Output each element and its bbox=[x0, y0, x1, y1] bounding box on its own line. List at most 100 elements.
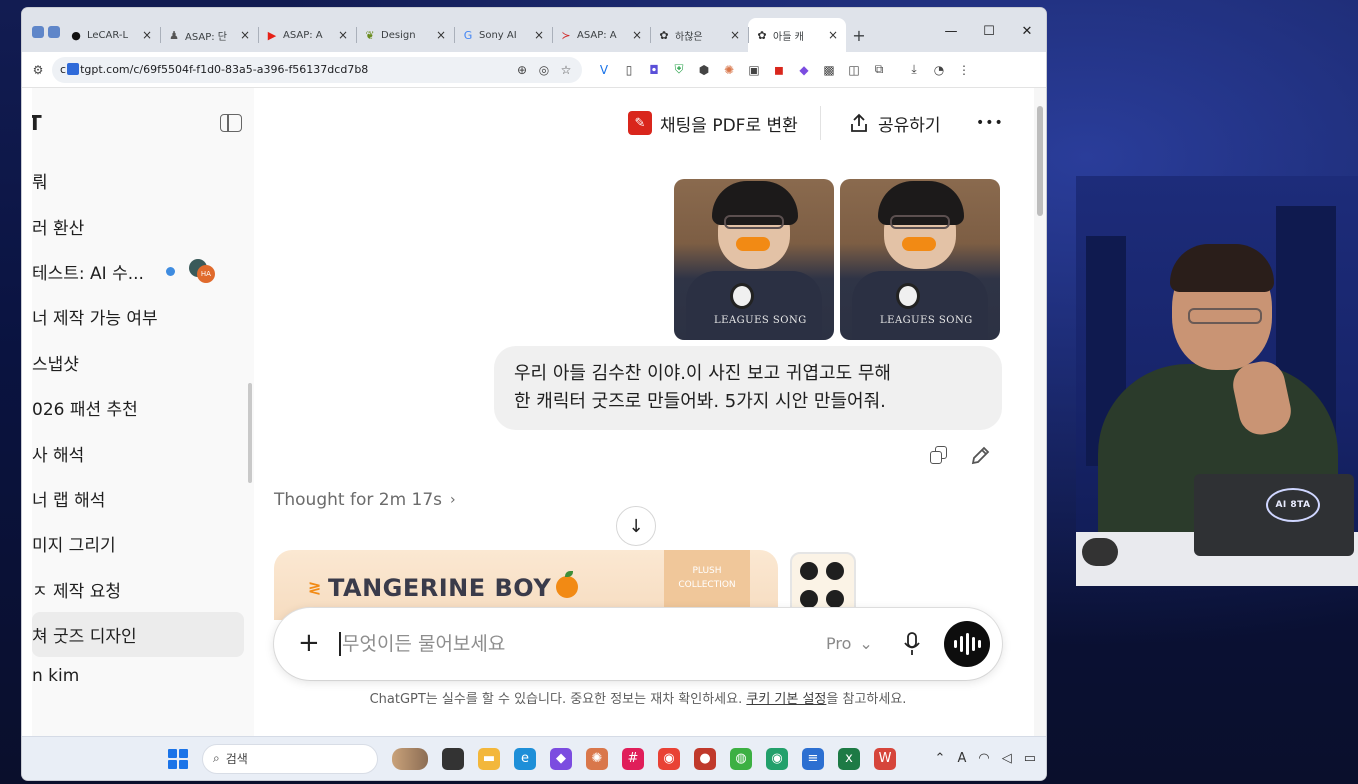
app-red-icon[interactable]: ● bbox=[694, 747, 716, 770]
extension-guard-icon[interactable]: ⛨ bbox=[671, 62, 687, 78]
input-method-icon[interactable]: A bbox=[957, 751, 966, 766]
extension-v-icon[interactable]: V bbox=[596, 62, 612, 78]
browser-tab[interactable]: ● LeCAR-L × bbox=[62, 18, 160, 52]
sidebar-chat-item[interactable]: 026 패션 추천 bbox=[32, 385, 244, 430]
browser-tab[interactable]: ✿ 하찮은 × bbox=[650, 18, 748, 52]
chevron-up-icon[interactable]: ⌃ bbox=[935, 751, 946, 766]
sidebar-chat-item[interactable]: 러 환산 bbox=[32, 203, 244, 248]
notepad-icon[interactable]: ≡ bbox=[802, 747, 824, 770]
excel-icon[interactable]: x bbox=[838, 747, 860, 770]
site-settings-icon[interactable]: ⚙ bbox=[30, 62, 46, 78]
close-window-icon[interactable]: ✕ bbox=[1008, 14, 1046, 48]
claude-icon[interactable]: ✺ bbox=[586, 747, 608, 770]
tab-label: Sony AI bbox=[479, 29, 517, 41]
sidebar-user-name[interactable]: n kim bbox=[32, 666, 79, 686]
extension-hex-icon[interactable]: ⬢ bbox=[696, 62, 712, 78]
app-purple-icon[interactable]: ◆ bbox=[550, 747, 572, 770]
bookmark-star-icon[interactable]: ☆ bbox=[558, 62, 574, 78]
sidebar-chat-item[interactable]: 너 제작 가능 여부 bbox=[32, 294, 244, 339]
task-view-icon[interactable] bbox=[442, 747, 464, 770]
tab-close-icon[interactable]: × bbox=[338, 28, 348, 42]
new-tab-button[interactable]: + bbox=[846, 18, 872, 52]
sidebar-chat-item[interactable]: 쳐 굿즈 디자인 bbox=[32, 611, 244, 658]
browser-tab[interactable]: ✿ 아들 캐 × bbox=[748, 18, 846, 52]
arrow-down-icon: ↓ bbox=[628, 515, 644, 537]
tab-close-icon[interactable]: × bbox=[240, 28, 250, 42]
export-pdf-button[interactable]: ✎ 채팅을 PDF로 변환 bbox=[628, 110, 798, 136]
url-text[interactable]: c tgpt.com/c/69f5504f-f1d0-83a5-a396-f561… bbox=[60, 63, 508, 76]
slack-icon[interactable]: # bbox=[622, 747, 644, 770]
sidebar-chat-item[interactable]: 너 랩 해석 bbox=[32, 476, 244, 521]
kakao-icon[interactable]: ◍ bbox=[730, 747, 752, 770]
volume-icon[interactable]: ◁ bbox=[1002, 751, 1012, 766]
taskbar-search[interactable]: ⌕ 검색 bbox=[202, 743, 378, 774]
edit-pencil-icon[interactable] bbox=[970, 446, 990, 466]
chat-title: 미지 그리기 bbox=[32, 536, 116, 557]
sidebar-toggle-icon[interactable] bbox=[220, 114, 242, 132]
chrome-dev-icon[interactable]: ◉ bbox=[766, 747, 788, 770]
omnibox[interactable]: c tgpt.com/c/69f5504f-f1d0-83a5-a396-f561… bbox=[52, 56, 582, 83]
extension-shield-icon[interactable]: ◘ bbox=[646, 62, 662, 78]
user-message-line-1: 우리 아들 김수찬 이야.이 사진 보고 귀엽고도 무해 bbox=[514, 363, 891, 384]
extension-cam-icon[interactable]: ▣ bbox=[746, 62, 762, 78]
extension-camera-icon[interactable]: ◫ bbox=[846, 62, 862, 78]
tab-close-icon[interactable]: × bbox=[534, 28, 544, 42]
browser-menu-icon[interactable]: ⋮ bbox=[956, 62, 972, 78]
extension-pdf-icon[interactable]: ◼ bbox=[771, 62, 787, 78]
sidebar-chat-item[interactable]: 테스트: AI 수... HA bbox=[32, 249, 244, 294]
page-scrollbar[interactable] bbox=[1034, 88, 1046, 736]
sidebar-chat-item[interactable]: 사 해석 bbox=[32, 430, 244, 475]
battery-icon[interactable]: ▭ bbox=[1024, 751, 1036, 766]
uploaded-photo-2[interactable]: LEAGUES SONG bbox=[840, 179, 1000, 340]
sidebar-chat-item[interactable]: 뤄 bbox=[32, 158, 244, 203]
tab-close-icon[interactable]: × bbox=[436, 28, 446, 42]
tab-close-icon[interactable]: × bbox=[730, 28, 740, 42]
tab-close-icon[interactable]: × bbox=[142, 28, 152, 42]
windows-folder-icon[interactable]: ▬ bbox=[478, 747, 500, 770]
download-icon[interactable]: ⤓ bbox=[906, 62, 922, 78]
sidebar-chat-item[interactable]: 미지 그리기 bbox=[32, 521, 244, 566]
extension-mouse-icon[interactable]: ▯ bbox=[621, 62, 637, 78]
browser-tab[interactable]: ♟ ASAP: 단 × bbox=[160, 18, 258, 52]
eye-off-icon[interactable]: ◎ bbox=[536, 62, 552, 78]
share-button[interactable]: 공유하기 bbox=[848, 110, 941, 136]
laptop-logo: AI 8TA bbox=[1266, 488, 1320, 522]
extension-square-icon[interactable]: ▩ bbox=[821, 62, 837, 78]
minimize-icon[interactable]: — bbox=[932, 14, 970, 48]
tab-label: LeCAR-L bbox=[87, 29, 129, 41]
browser-tab[interactable]: ❦ Design × bbox=[356, 18, 454, 52]
extensions-puzzle-icon[interactable]: ⧉ bbox=[871, 62, 887, 78]
sidebar-chat-item[interactable]: ㅈ 제작 요청 bbox=[32, 567, 244, 612]
model-selector[interactable]: Pro ⌄ bbox=[826, 634, 873, 653]
edge-icon[interactable]: e bbox=[514, 747, 536, 770]
copy-icon[interactable] bbox=[930, 446, 948, 464]
extension-purple-icon[interactable]: ◆ bbox=[796, 62, 812, 78]
uploaded-photo-1[interactable]: LEAGUES SONG bbox=[674, 179, 834, 340]
tab-close-icon[interactable]: × bbox=[632, 28, 642, 42]
app-stripes-icon[interactable]: W bbox=[874, 747, 896, 770]
browser-tab[interactable]: ▶ ASAP: A × bbox=[258, 18, 356, 52]
browser-tab[interactable]: ≻ ASAP: A × bbox=[552, 18, 650, 52]
sidebar-chat-item[interactable]: 스냅샷 bbox=[32, 340, 244, 385]
scroll-down-button[interactable]: ↓ bbox=[616, 506, 656, 546]
profile-avatar-icon[interactable]: ◔ bbox=[931, 62, 947, 78]
more-options-button[interactable]: ••• bbox=[976, 110, 1004, 136]
thought-summary[interactable]: Thought for 2m 17s › bbox=[274, 490, 456, 510]
address-bar: ⚙ c tgpt.com/c/69f5504f-f1d0-83a5-a396-f5… bbox=[22, 52, 1046, 88]
maximize-icon[interactable]: ☐ bbox=[970, 14, 1008, 48]
cookie-settings-link[interactable]: 쿠키 기본 설정 bbox=[746, 692, 826, 707]
sidebar-header: T bbox=[32, 88, 254, 158]
voice-mode-button[interactable] bbox=[944, 621, 990, 667]
windows-start-icon[interactable] bbox=[168, 748, 188, 769]
wifi-icon[interactable]: ◠ bbox=[978, 751, 989, 766]
attach-plus-icon[interactable]: + bbox=[298, 628, 320, 658]
prompt-input[interactable] bbox=[342, 628, 802, 660]
sidebar-scrollbar[interactable] bbox=[248, 383, 252, 483]
extension-claude-icon[interactable]: ✺ bbox=[721, 62, 737, 78]
chrome-icon[interactable]: ◉ bbox=[658, 747, 680, 770]
tab-group-indicators[interactable] bbox=[32, 26, 60, 38]
microphone-icon[interactable] bbox=[904, 632, 920, 656]
tab-close-icon[interactable]: × bbox=[828, 28, 838, 42]
zoom-icon[interactable]: ⊕ bbox=[514, 62, 530, 78]
browser-tab[interactable]: G Sony AI × bbox=[454, 18, 552, 52]
